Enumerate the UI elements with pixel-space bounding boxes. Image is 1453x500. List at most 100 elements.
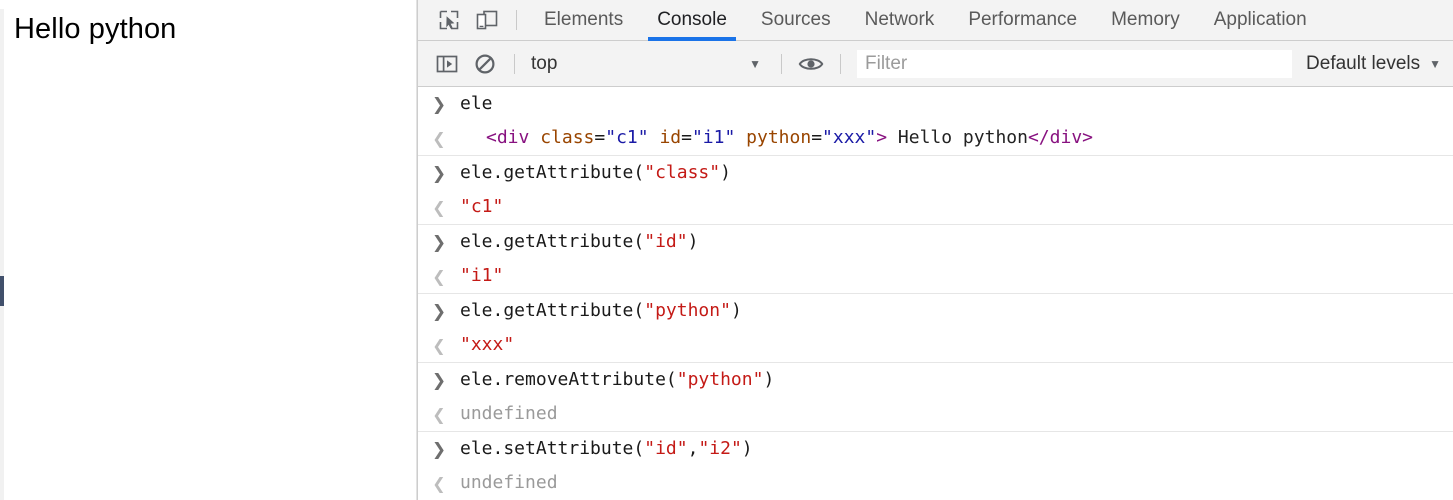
console-message-list[interactable]: ❯ ele ❮ <div class="c1" id="i1" python="xxx… bbox=[418, 87, 1453, 500]
tab-network[interactable]: Network bbox=[848, 0, 952, 41]
scrollbar-thumb[interactable] bbox=[0, 276, 4, 306]
chevron-down-icon: ▼ bbox=[1429, 56, 1441, 71]
page-heading-text: Hello python bbox=[14, 13, 177, 45]
console-input-row[interactable]: ❯ ele bbox=[418, 87, 1453, 121]
tab-label: Elements bbox=[544, 9, 624, 30]
device-toolbar-icon[interactable] bbox=[468, 1, 506, 39]
token-code: = bbox=[594, 127, 606, 148]
token-code: ele.getAttribute( bbox=[460, 300, 645, 321]
token-tagname: </div> bbox=[1027, 127, 1093, 148]
token-text: Hello python bbox=[887, 127, 1028, 148]
console-toolbar: top ▼ Default levels ▼ bbox=[418, 41, 1453, 87]
browser-window: Hello python Elements Console Sources Ne… bbox=[0, 0, 1453, 500]
token-code: = bbox=[811, 127, 823, 148]
log-levels-dropdown[interactable]: Default levels ▼ bbox=[1296, 49, 1453, 79]
console-output-row[interactable]: ❮ <div class="c1" id="i1" python="xxx"> H… bbox=[418, 121, 1453, 155]
output-result-arrow-icon: ❮ bbox=[432, 267, 446, 286]
devtools-tabstrip: Elements Console Sources Network Perform… bbox=[418, 0, 1453, 41]
token-tagname: <div bbox=[486, 127, 530, 148]
token-attrname: python bbox=[746, 127, 812, 148]
token-code: ele bbox=[460, 93, 493, 114]
console-output-row[interactable]: ❮ "c1" bbox=[418, 190, 1453, 224]
output-result-arrow-icon: ❮ bbox=[432, 198, 446, 217]
token-code: ) bbox=[687, 231, 699, 252]
log-levels-value: Default levels bbox=[1306, 52, 1421, 74]
console-output-row[interactable]: ❮ undefined bbox=[418, 397, 1453, 431]
token-code: ele.getAttribute( bbox=[460, 231, 645, 252]
output-result-arrow-icon: ❮ bbox=[432, 405, 446, 424]
tab-memory[interactable]: Memory bbox=[1094, 0, 1197, 41]
console-output-row[interactable]: ❮ "i1" bbox=[418, 259, 1453, 293]
tab-console[interactable]: Console bbox=[640, 0, 744, 41]
clear-console-icon[interactable] bbox=[466, 45, 504, 83]
console-output-row[interactable]: ❮ "xxx" bbox=[418, 328, 1453, 362]
token-str: "id" bbox=[644, 438, 688, 459]
token-str: "id" bbox=[644, 231, 688, 252]
token-code bbox=[735, 127, 746, 148]
console-message-text: undefined bbox=[460, 401, 1453, 427]
console-message-text: ele.removeAttribute("python") bbox=[460, 367, 1453, 393]
page-vertical-scrollbar[interactable] bbox=[0, 0, 4, 500]
input-prompt-arrow-icon: ❯ bbox=[431, 233, 447, 253]
token-attrvalue: "c1" bbox=[605, 127, 649, 148]
token-code: ) bbox=[720, 162, 731, 183]
token-code: ) bbox=[730, 300, 742, 321]
console-message-text: ele.setAttribute("id","i2") bbox=[460, 436, 1453, 462]
token-str: "class" bbox=[644, 162, 721, 183]
input-prompt-arrow-icon: ❯ bbox=[431, 440, 447, 460]
console-message-text: "i1" bbox=[460, 263, 1453, 289]
tab-label: Performance bbox=[968, 9, 1078, 30]
token-code: ele.getAttribute( bbox=[460, 162, 645, 183]
filter-input[interactable] bbox=[857, 49, 1293, 78]
console-message-text: undefined bbox=[460, 470, 1453, 496]
tab-label: Memory bbox=[1111, 9, 1180, 30]
console-input-row[interactable]: ❯ ele.setAttribute("id","i2") bbox=[418, 431, 1453, 466]
console-input-row[interactable]: ❯ ele.getAttribute("id") bbox=[418, 224, 1453, 259]
console-sidebar-icon[interactable] bbox=[428, 45, 466, 83]
live-expression-eye-icon[interactable] bbox=[792, 45, 830, 83]
token-code: ) bbox=[741, 438, 753, 459]
toolbar-divider bbox=[514, 53, 515, 74]
console-message-text: <div class="c1" id="i1" python="xxx"> He… bbox=[460, 125, 1453, 151]
token-str: "xxx" bbox=[460, 334, 515, 355]
tab-label: Network bbox=[864, 9, 935, 30]
input-prompt-arrow-icon: ❯ bbox=[431, 302, 447, 322]
token-attrname: class bbox=[540, 127, 595, 148]
output-result-arrow-icon: ❮ bbox=[432, 474, 446, 493]
tab-sources[interactable]: Sources bbox=[744, 0, 848, 41]
devtools-panel: Elements Console Sources Network Perform… bbox=[417, 0, 1453, 500]
web-page-pane: Hello python bbox=[0, 0, 417, 500]
input-prompt-arrow-icon: ❯ bbox=[431, 371, 447, 391]
console-output-row[interactable]: ❮ undefined bbox=[418, 466, 1453, 500]
token-tagname: > bbox=[876, 127, 888, 148]
tab-performance[interactable]: Performance bbox=[951, 0, 1094, 41]
output-result-arrow-icon: ❮ bbox=[432, 336, 446, 355]
inspect-element-icon[interactable] bbox=[430, 1, 468, 39]
tab-elements[interactable]: Elements bbox=[527, 0, 640, 41]
execution-context-dropdown[interactable]: top ▼ bbox=[525, 49, 771, 79]
tab-application[interactable]: Application bbox=[1197, 0, 1324, 41]
token-str: "python" bbox=[644, 300, 731, 321]
token-attrvalue: "i1" bbox=[691, 127, 736, 148]
tab-label: Application bbox=[1213, 9, 1307, 30]
token-undef: undefined bbox=[460, 472, 558, 493]
chevron-down-icon: ▼ bbox=[749, 56, 761, 71]
toolbar-divider bbox=[781, 53, 782, 74]
token-str: "c1" bbox=[460, 196, 504, 217]
console-input-row[interactable]: ❯ ele.getAttribute("class") bbox=[418, 155, 1453, 190]
console-message-text: ele bbox=[460, 91, 1453, 117]
scrollbar-top-gap bbox=[0, 0, 4, 9]
toolbar-divider bbox=[840, 53, 841, 74]
token-str: "python" bbox=[676, 369, 764, 390]
token-code: ele.removeAttribute( bbox=[460, 369, 677, 390]
page-content: Hello python bbox=[0, 0, 417, 50]
token-code bbox=[529, 127, 540, 148]
tab-label: Console bbox=[657, 9, 727, 30]
token-code bbox=[649, 127, 660, 148]
console-input-row[interactable]: ❯ ele.getAttribute("python") bbox=[418, 293, 1453, 328]
console-input-row[interactable]: ❯ ele.removeAttribute("python") bbox=[418, 362, 1453, 397]
output-result-arrow-icon: ❮ bbox=[432, 129, 446, 148]
token-code: , bbox=[687, 438, 699, 459]
token-code: ) bbox=[763, 369, 775, 390]
token-str: "i1" bbox=[460, 265, 504, 286]
